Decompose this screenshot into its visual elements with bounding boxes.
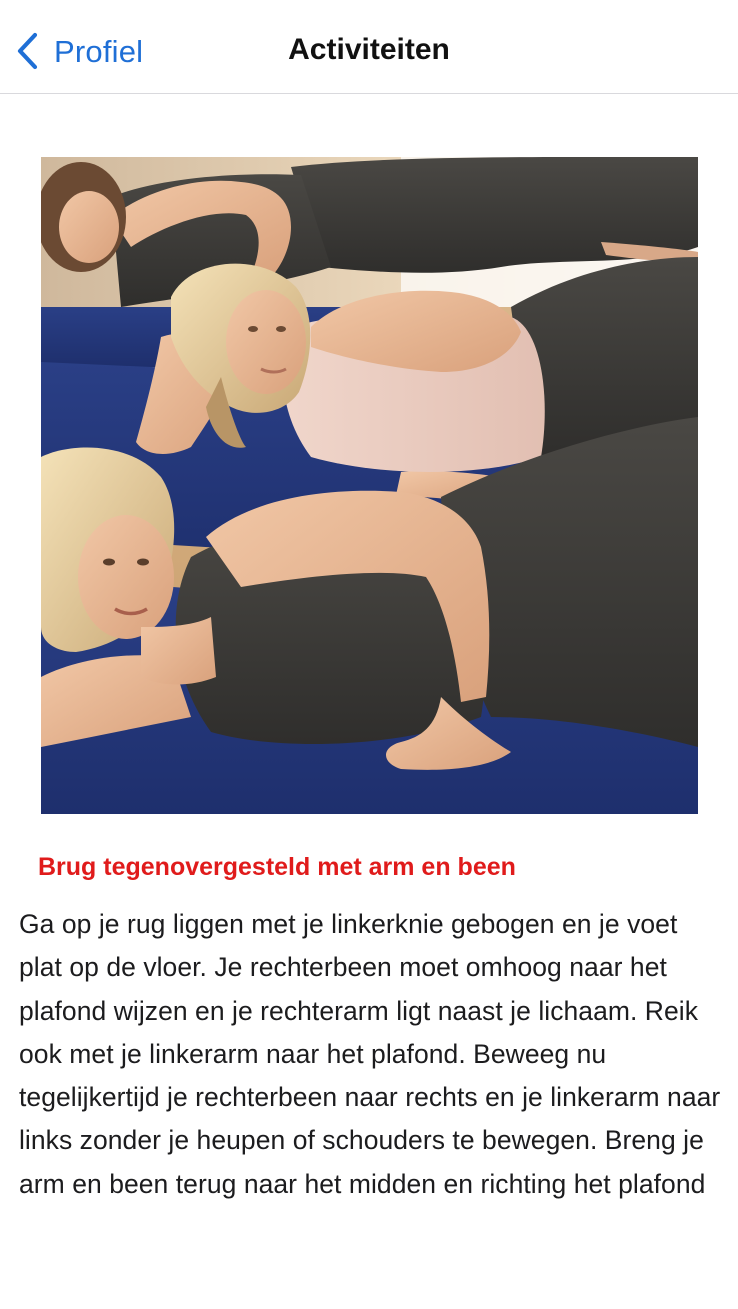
exercise-title: Brug tegenovergesteld met arm en been <box>38 853 516 881</box>
exercise-photo <box>41 157 698 814</box>
exercise-description: Ga op je rug liggen met je linkerknie ge… <box>19 909 721 1199</box>
navigation-bar: Profiel Activiteiten <box>0 0 738 94</box>
clipped-text-line <box>22 96 362 102</box>
page-title: Activiteiten <box>288 33 450 66</box>
